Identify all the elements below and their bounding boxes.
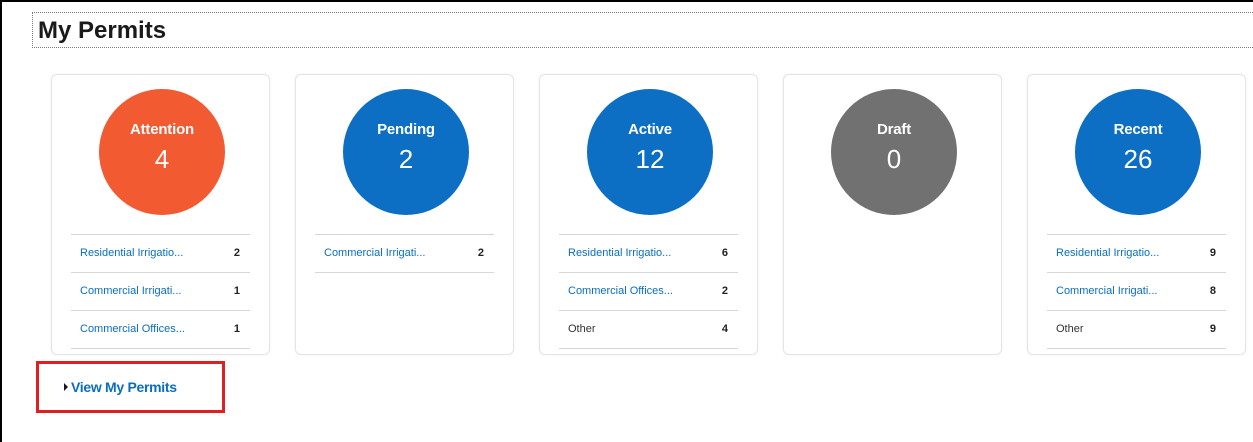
list-item: Residential Irrigatio... 2	[71, 235, 250, 273]
permit-type-link[interactable]: Commercial Offices...	[80, 322, 185, 337]
card-pending: Pending 2 Commercial Irrigati... 2	[295, 74, 514, 355]
permit-type-count: 2	[233, 247, 240, 259]
permit-type-label: Other	[1056, 323, 1084, 335]
view-permits-highlight: View My Permits	[36, 361, 225, 413]
permit-type-count: 1	[233, 285, 240, 297]
card-recent: Recent 26 Residential Irrigatio... 9 Com…	[1027, 74, 1246, 355]
card-rows: Commercial Irrigati... 2	[315, 235, 494, 273]
card-label: Draft	[876, 121, 911, 138]
permit-type-link[interactable]: Residential Irrigatio...	[568, 246, 671, 261]
permit-type-link[interactable]: Residential Irrigatio...	[1056, 246, 1159, 261]
card-label: Active	[628, 121, 672, 138]
view-my-permits-link[interactable]: View My Permits	[64, 379, 177, 396]
card-count: 26	[1123, 144, 1153, 174]
permit-type-link[interactable]: Commercial Irrigati...	[1056, 284, 1157, 299]
card-rows: Residential Irrigatio... 2 Commercial Ir…	[71, 235, 250, 349]
attention-circle[interactable]: Attention 4	[99, 89, 225, 215]
card-count: 12	[635, 144, 665, 174]
draft-circle[interactable]: Draft 0	[831, 89, 957, 215]
permit-type-link[interactable]: Commercial Irrigati...	[80, 284, 181, 299]
permit-type-count: 9	[1209, 247, 1216, 259]
pending-circle[interactable]: Pending 2	[343, 89, 469, 215]
permits-panel: My Permits Attention 4 Residential Irrig…	[0, 0, 1253, 442]
permit-type-count: 2	[721, 285, 728, 297]
active-circle[interactable]: Active 12	[587, 89, 713, 215]
list-item: Other 9	[1047, 311, 1226, 349]
permit-type-count: 4	[721, 323, 728, 335]
card-rows: Residential Irrigatio... 6 Commercial Of…	[559, 235, 738, 349]
card-attention: Attention 4 Residential Irrigatio... 2 C…	[51, 74, 270, 355]
permit-type-label: Other	[568, 323, 596, 335]
recent-circle[interactable]: Recent 26	[1075, 89, 1201, 215]
permit-type-count: 6	[721, 247, 728, 259]
card-count: 0	[886, 144, 902, 174]
list-item: Commercial Irrigati... 2	[315, 235, 494, 273]
permit-type-link[interactable]: Commercial Irrigati...	[324, 246, 425, 261]
list-item: Commercial Offices... 2	[559, 273, 738, 311]
permit-type-link[interactable]: Commercial Offices...	[568, 284, 673, 299]
permit-type-count: 8	[1209, 285, 1216, 297]
card-count: 4	[154, 144, 170, 174]
page-title: My Permits	[38, 17, 167, 44]
permit-type-count: 2	[477, 247, 484, 259]
list-item: Commercial Irrigati... 1	[71, 273, 250, 311]
list-item: Commercial Offices... 1	[71, 311, 250, 349]
card-active: Active 12 Residential Irrigatio... 6 Com…	[539, 74, 758, 355]
permit-type-count: 1	[233, 323, 240, 335]
permit-type-link[interactable]: Residential Irrigatio...	[80, 246, 183, 261]
card-label: Pending	[377, 121, 435, 138]
caret-right-icon	[64, 383, 68, 391]
list-item: Commercial Irrigati... 8	[1047, 273, 1226, 311]
list-item: Residential Irrigatio... 6	[559, 235, 738, 273]
title-container: My Permits	[32, 12, 1253, 48]
card-label: Recent	[1113, 121, 1163, 138]
permit-status-cards: Attention 4 Residential Irrigatio... 2 C…	[51, 74, 1253, 357]
card-count: 2	[398, 144, 414, 174]
list-item: Residential Irrigatio... 9	[1047, 235, 1226, 273]
list-item: Other 4	[559, 311, 738, 349]
permit-type-count: 9	[1209, 323, 1216, 335]
view-my-permits-label: View My Permits	[71, 379, 177, 395]
card-label: Attention	[129, 121, 194, 138]
card-rows: Residential Irrigatio... 9 Commercial Ir…	[1047, 235, 1226, 349]
card-draft: Draft 0	[783, 74, 1002, 355]
